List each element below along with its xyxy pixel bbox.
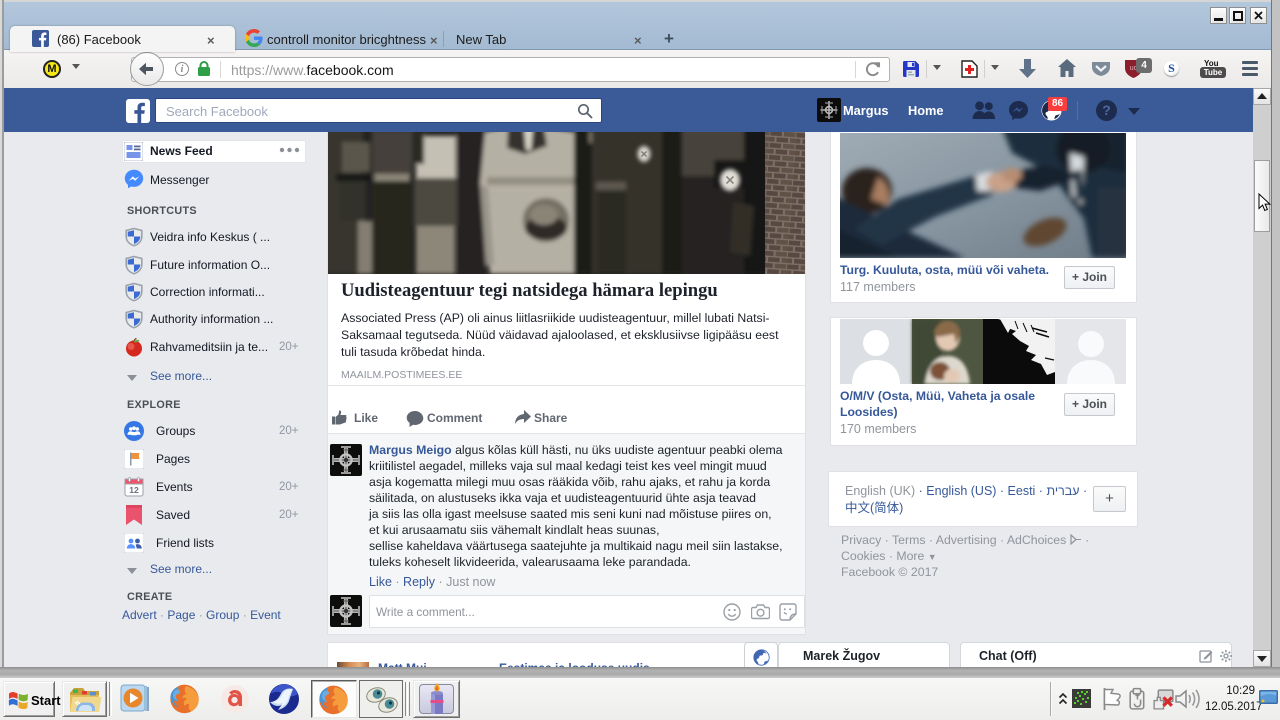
svg-text:12: 12: [129, 485, 139, 495]
